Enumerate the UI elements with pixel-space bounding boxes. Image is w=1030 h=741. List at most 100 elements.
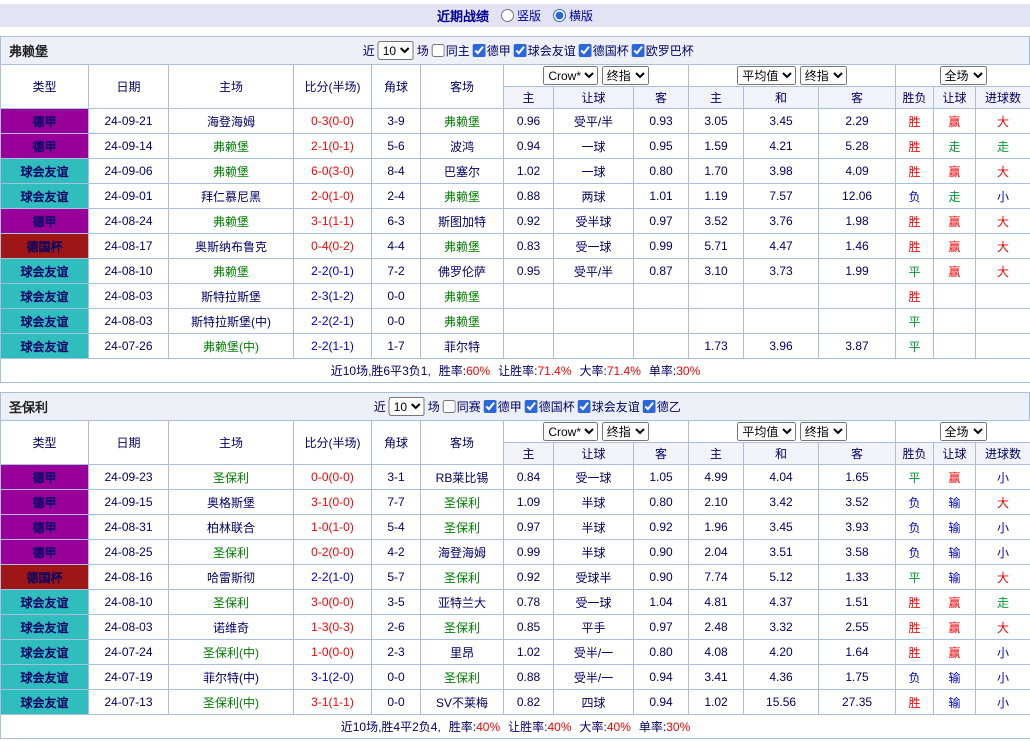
home-team[interactable]: 圣保利 — [169, 540, 294, 565]
league-filter[interactable]: 欧罗巴杯 — [632, 42, 694, 59]
home-team[interactable]: 菲尔特(中) — [169, 665, 294, 690]
away-team[interactable]: 圣保利 — [421, 615, 504, 640]
horizontal-radio[interactable] — [553, 9, 566, 22]
same-filter[interactable]: 同赛 — [443, 398, 481, 415]
league-checkbox[interactable] — [473, 44, 486, 57]
same-checkbox[interactable] — [443, 400, 456, 413]
avg-source-select[interactable]: 平均值 — [737, 66, 796, 85]
away-team[interactable]: RB莱比锡 — [421, 465, 504, 490]
away-team[interactable]: 圣保利 — [421, 490, 504, 515]
league-badge[interactable]: 德甲 — [1, 465, 89, 490]
avg-stage-select[interactable]: 终指 — [800, 422, 847, 441]
league-checkbox[interactable] — [525, 400, 538, 413]
home-team[interactable]: 弗赖堡 — [169, 259, 294, 284]
home-team[interactable]: 圣保利 — [169, 465, 294, 490]
home-team[interactable]: 奥斯纳布鲁克 — [169, 234, 294, 259]
away-team[interactable]: 里昂 — [421, 640, 504, 665]
odds-stage-select[interactable]: 终指 — [602, 422, 649, 441]
league-filter[interactable]: 德甲 — [484, 398, 522, 415]
match-count-select[interactable]: 10 — [378, 41, 414, 60]
league-badge[interactable]: 球会友谊 — [1, 159, 89, 184]
home-team[interactable]: 弗赖堡 — [169, 134, 294, 159]
league-checkbox[interactable] — [643, 400, 656, 413]
league-badge[interactable]: 德甲 — [1, 490, 89, 515]
home-team[interactable]: 圣保利 — [169, 590, 294, 615]
league-badge[interactable]: 球会友谊 — [1, 615, 89, 640]
away-team[interactable]: SV不莱梅 — [421, 690, 504, 715]
home-team[interactable]: 圣保利(中) — [169, 690, 294, 715]
odds-stage-select[interactable]: 终指 — [602, 66, 649, 85]
home-team[interactable]: 拜仁慕尼黑 — [169, 184, 294, 209]
same-checkbox[interactable] — [432, 44, 445, 57]
league-badge[interactable]: 球会友谊 — [1, 665, 89, 690]
subcol-handicap: 让球 — [554, 443, 634, 465]
avg-stage-select[interactable]: 终指 — [800, 66, 847, 85]
home-team[interactable]: 圣保利(中) — [169, 640, 294, 665]
scope-select[interactable]: 全场 — [940, 66, 987, 85]
away-team[interactable]: 圣保利 — [421, 665, 504, 690]
league-badge[interactable]: 德国杯 — [1, 234, 89, 259]
corner-score: 5-7 — [372, 565, 421, 590]
league-checkbox[interactable] — [578, 400, 591, 413]
league-checkbox[interactable] — [632, 44, 645, 57]
same-filter[interactable]: 同主 — [432, 42, 470, 59]
league-badge[interactable]: 德国杯 — [1, 565, 89, 590]
away-team[interactable]: 波鸿 — [421, 134, 504, 159]
away-team[interactable]: 巴塞尔 — [421, 159, 504, 184]
league-badge[interactable]: 球会友谊 — [1, 590, 89, 615]
away-team[interactable]: 弗赖堡 — [421, 234, 504, 259]
league-filter[interactable]: 德甲 — [473, 42, 511, 59]
league-filter[interactable]: 德乙 — [643, 398, 681, 415]
match-row: 德甲24-08-31柏林联合1-0(1-0)5-4圣保利0.97半球0.921.… — [1, 515, 1030, 540]
away-team[interactable]: 弗赖堡 — [421, 284, 504, 309]
league-badge[interactable]: 德甲 — [1, 209, 89, 234]
away-team[interactable]: 弗赖堡 — [421, 309, 504, 334]
league-filter[interactable]: 德国杯 — [579, 42, 629, 59]
match-count-select[interactable]: 10 — [389, 397, 425, 416]
layout-option-horizontal[interactable]: 横版 — [553, 7, 593, 24]
league-badge[interactable]: 德甲 — [1, 515, 89, 540]
league-badge[interactable]: 球会友谊 — [1, 309, 89, 334]
layout-option-vertical[interactable]: 竖版 — [501, 7, 541, 24]
league-filter[interactable]: 球会友谊 — [514, 42, 576, 59]
home-team[interactable]: 诺维奇 — [169, 615, 294, 640]
league-filter[interactable]: 德国杯 — [525, 398, 575, 415]
league-badge[interactable]: 德甲 — [1, 540, 89, 565]
home-team[interactable]: 海登海姆 — [169, 109, 294, 134]
league-badge[interactable]: 球会友谊 — [1, 690, 89, 715]
home-team[interactable]: 弗赖堡 — [169, 209, 294, 234]
league-checkbox[interactable] — [579, 44, 592, 57]
home-team[interactable]: 斯特拉斯堡(中) — [169, 309, 294, 334]
home-team[interactable]: 弗赖堡 — [169, 159, 294, 184]
home-team[interactable]: 哈雷斯彻 — [169, 565, 294, 590]
odds-source-select[interactable]: Crow* — [543, 422, 598, 441]
away-team[interactable]: 菲尔特 — [421, 334, 504, 359]
home-team[interactable]: 弗赖堡(中) — [169, 334, 294, 359]
league-filter[interactable]: 球会友谊 — [578, 398, 640, 415]
away-team[interactable]: 弗赖堡 — [421, 184, 504, 209]
away-team[interactable]: 亚特兰大 — [421, 590, 504, 615]
league-badge[interactable]: 德甲 — [1, 109, 89, 134]
league-badge[interactable]: 球会友谊 — [1, 284, 89, 309]
league-badge[interactable]: 球会友谊 — [1, 259, 89, 284]
home-team[interactable]: 奥格斯堡 — [169, 490, 294, 515]
away-team[interactable]: 圣保利 — [421, 515, 504, 540]
league-checkbox[interactable] — [484, 400, 497, 413]
scope-select[interactable]: 全场 — [940, 422, 987, 441]
games-label: 场 — [428, 398, 440, 415]
league-badge[interactable]: 球会友谊 — [1, 334, 89, 359]
away-team[interactable]: 弗赖堡 — [421, 109, 504, 134]
league-badge[interactable]: 德甲 — [1, 134, 89, 159]
home-team[interactable]: 柏林联合 — [169, 515, 294, 540]
vertical-radio[interactable] — [501, 9, 514, 22]
away-team[interactable]: 海登海姆 — [421, 540, 504, 565]
league-checkbox[interactable] — [514, 44, 527, 57]
odds-source-select[interactable]: Crow* — [543, 66, 598, 85]
avg-source-select[interactable]: 平均值 — [737, 422, 796, 441]
home-team[interactable]: 斯特拉斯堡 — [169, 284, 294, 309]
away-team[interactable]: 佛罗伦萨 — [421, 259, 504, 284]
away-team[interactable]: 圣保利 — [421, 565, 504, 590]
away-team[interactable]: 斯图加特 — [421, 209, 504, 234]
league-badge[interactable]: 球会友谊 — [1, 640, 89, 665]
league-badge[interactable]: 球会友谊 — [1, 184, 89, 209]
